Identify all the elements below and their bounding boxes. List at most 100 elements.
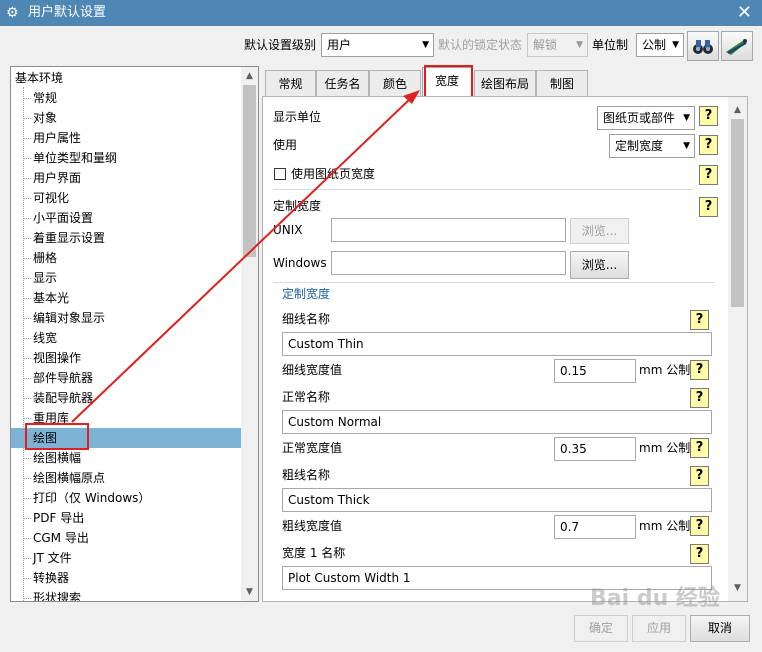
tree-item[interactable]: 打印（仅 Windows） xyxy=(11,488,241,508)
thick-unit-label: mm 公制 xyxy=(639,519,691,533)
category-tree[interactable]: 基本环境 常规 对象 用户属性 单位类型和量纲 用户界面 可视化 小平面设置 着… xyxy=(10,66,259,602)
unit-label: 单位制 xyxy=(592,38,629,52)
scroll-down-icon[interactable]: ▼ xyxy=(728,583,747,593)
tree-item[interactable]: 绘图横幅 xyxy=(11,448,241,468)
tab-drafting[interactable]: 制图 xyxy=(536,70,588,99)
tree-item[interactable]: 用户界面 xyxy=(11,168,241,188)
thick-width-input[interactable]: 0.7 xyxy=(554,515,636,539)
tree-item-label: 显示 xyxy=(33,271,58,285)
thick-name-input[interactable]: Custom Thick xyxy=(282,488,712,512)
use-sheet-width-label: 使用图纸页宽度 xyxy=(291,167,376,181)
tree-item-label: 用户属性 xyxy=(33,131,82,145)
scroll-up-icon[interactable]: ▲ xyxy=(241,71,258,81)
help-icon[interactable]: ? xyxy=(699,135,718,155)
close-icon[interactable]: ✕ xyxy=(737,3,752,23)
help-icon[interactable]: ? xyxy=(690,516,709,536)
tree-item[interactable]: 显示 xyxy=(11,268,241,288)
tree-item-label: 装配导航器 xyxy=(33,391,94,405)
title-bar: ⚙ 用户默认设置 ✕ xyxy=(0,0,762,26)
unix-path-input[interactable] xyxy=(331,218,566,242)
manage-button[interactable] xyxy=(721,31,753,61)
tree-item[interactable]: 绘图横幅原点 xyxy=(11,468,241,488)
chevron-down-icon: ▼ xyxy=(683,141,690,151)
level-select[interactable]: 用户 ▼ xyxy=(321,33,434,57)
width1-name-value: Plot Custom Width 1 xyxy=(288,571,411,585)
divider xyxy=(273,189,693,190)
windows-browse-button[interactable]: 浏览... xyxy=(570,251,629,279)
tree-item[interactable]: 栅格 xyxy=(11,248,241,268)
use-sheet-width-checkbox[interactable] xyxy=(274,168,286,180)
cancel-button[interactable]: 取消 xyxy=(690,615,750,642)
tab-color[interactable]: 颜色 xyxy=(369,70,421,99)
unit-select-value: 公制 xyxy=(642,38,667,52)
help-icon[interactable]: ? xyxy=(690,466,709,486)
help-icon[interactable]: ? xyxy=(690,438,709,458)
panel-scrollbar[interactable]: ▲ ▼ xyxy=(728,97,747,601)
app-gear-icon: ⚙ xyxy=(6,5,19,21)
thin-name-input[interactable]: Custom Thin xyxy=(282,332,712,356)
tree-item[interactable]: 用户属性 xyxy=(11,128,241,148)
display-units-select[interactable]: 图纸页或部件 ▼ xyxy=(597,106,695,130)
thick-name-value: Custom Thick xyxy=(288,493,370,507)
tree-item[interactable]: 装配导航器 xyxy=(11,388,241,408)
tree-root-label[interactable]: 基本环境 xyxy=(15,70,63,86)
normal-name-value: Custom Normal xyxy=(288,415,382,429)
tree-item[interactable]: 单位类型和量纲 xyxy=(11,148,241,168)
tab-general[interactable]: 常规 xyxy=(265,70,316,99)
normal-name-input[interactable]: Custom Normal xyxy=(282,410,712,434)
find-default-button[interactable] xyxy=(687,31,719,61)
help-icon[interactable]: ? xyxy=(699,106,718,126)
tree-item-label: 绘图横幅 xyxy=(33,451,82,465)
apply-button: 应用 xyxy=(632,615,686,642)
tree-scrollbar[interactable]: ▲ ▼ xyxy=(241,67,258,601)
use-select[interactable]: 定制宽度 ▼ xyxy=(609,134,695,158)
thin-name-label: 细线名称 xyxy=(282,312,331,326)
tree-item[interactable]: 编辑对象显示 xyxy=(11,308,241,328)
tree-scroll-thumb[interactable] xyxy=(243,85,256,257)
tree-item[interactable]: JT 文件 xyxy=(11,548,241,568)
chevron-down-icon: ▼ xyxy=(672,40,679,50)
tree-item[interactable]: 转换器 xyxy=(11,568,241,588)
tree-item-label: 线宽 xyxy=(33,331,58,345)
normal-unit-label: mm 公制 xyxy=(639,441,691,455)
ok-button: 确定 xyxy=(574,615,628,642)
scroll-down-icon[interactable]: ▼ xyxy=(241,587,258,597)
lock-select: 解锁 ▼ xyxy=(527,33,588,57)
tree-item-label: 对象 xyxy=(33,111,58,125)
tab-drawing-layout[interactable]: 绘图布局 xyxy=(474,70,536,99)
help-icon[interactable]: ? xyxy=(690,360,709,380)
tree-item[interactable]: 对象 xyxy=(11,108,241,128)
panel-scroll-thumb[interactable] xyxy=(731,119,744,307)
thin-unit-label: mm 公制 xyxy=(639,363,691,377)
help-icon[interactable]: ? xyxy=(699,165,718,185)
tree-item-label: 着重显示设置 xyxy=(33,231,106,245)
tree-item[interactable]: 小平面设置 xyxy=(11,208,241,228)
width1-name-label: 宽度 1 名称 xyxy=(282,546,346,560)
tree-item-label: JT 文件 xyxy=(33,551,72,565)
help-icon[interactable]: ? xyxy=(699,197,718,217)
scroll-up-icon[interactable]: ▲ xyxy=(728,105,747,115)
tab-task-name[interactable]: 任务名 xyxy=(316,70,369,99)
chevron-down-icon: ▼ xyxy=(576,40,583,50)
tree-item[interactable]: CGM 导出 xyxy=(11,528,241,548)
help-icon[interactable]: ? xyxy=(690,544,709,564)
tree-item[interactable]: 着重显示设置 xyxy=(11,228,241,248)
unit-select[interactable]: 公制 ▼ xyxy=(636,33,684,57)
help-icon[interactable]: ? xyxy=(690,310,709,330)
help-icon[interactable]: ? xyxy=(690,388,709,408)
tree-item[interactable]: 可视化 xyxy=(11,188,241,208)
normal-width-input[interactable]: 0.35 xyxy=(554,437,636,461)
tree-item[interactable]: 线宽 xyxy=(11,328,241,348)
thick-name-label: 粗线名称 xyxy=(282,468,331,482)
tree-item[interactable]: 部件导航器 xyxy=(11,368,241,388)
tree-item[interactable]: 视图操作 xyxy=(11,348,241,368)
tree-item[interactable]: 常规 xyxy=(11,88,241,108)
tree-item[interactable]: PDF 导出 xyxy=(11,508,241,528)
tree-item-label: 基本光 xyxy=(33,291,70,305)
thin-width-input[interactable]: 0.15 xyxy=(554,359,636,383)
tree-item-label: 单位类型和量纲 xyxy=(33,151,118,165)
tree-item[interactable]: 形状搜索 xyxy=(11,588,241,601)
tree-item[interactable]: 基本光 xyxy=(11,288,241,308)
tree-item-label: 视图操作 xyxy=(33,351,82,365)
windows-path-input[interactable] xyxy=(331,251,566,275)
